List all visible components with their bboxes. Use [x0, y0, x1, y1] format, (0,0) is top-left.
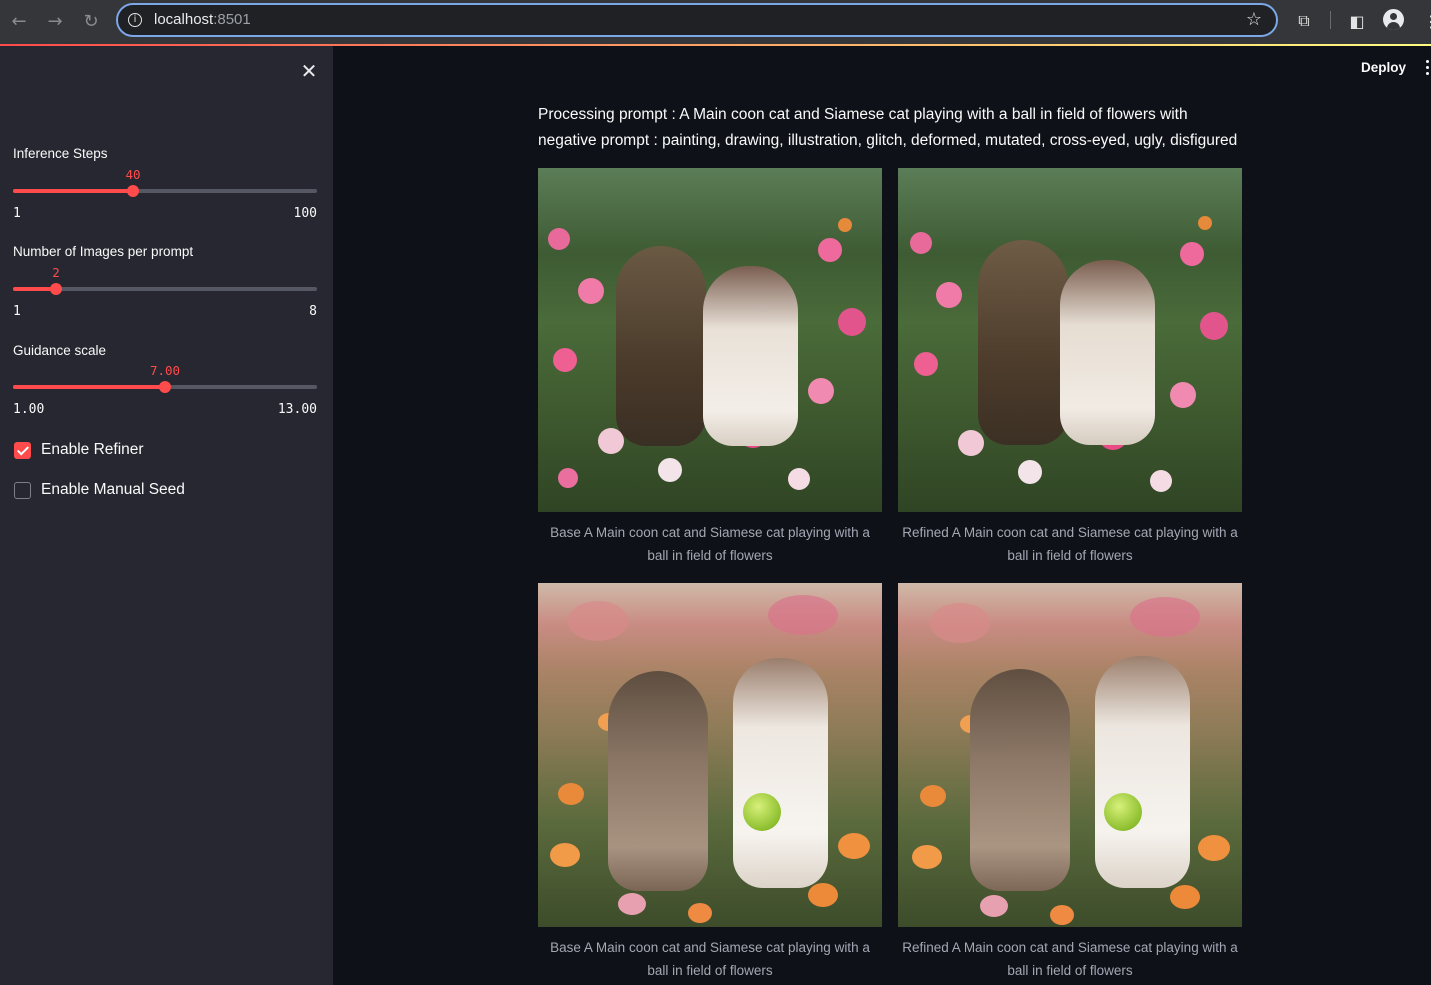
slider-fill: [13, 385, 165, 389]
toolbar-divider: [1330, 11, 1331, 29]
generated-image[interactable]: [538, 583, 882, 927]
sidebar: ✕ Inference Steps 40 1 100 Number of Ima…: [0, 46, 333, 985]
image-caption: Base A Main coon cat and Siamese cat pla…: [550, 940, 870, 978]
image-caption: Refined A Main coon cat and Siamese cat …: [902, 525, 1238, 563]
checkbox-box[interactable]: [14, 441, 31, 459]
processing-prompt-text: Processing prompt : A Main coon cat and …: [538, 106, 1238, 149]
image-tile: Refined A Main coon cat and Siamese cat …: [898, 583, 1242, 982]
back-icon[interactable]: ←: [6, 8, 32, 34]
checkbox-box[interactable]: [14, 481, 31, 499]
address-bar[interactable]: i localhost:8501 ☆: [116, 3, 1278, 37]
guidance-scale-slider: Guidance scale 7.00 1.00 13.00: [13, 343, 317, 417]
image-tile: Base A Main coon cat and Siamese cat pla…: [538, 168, 882, 567]
slider-value: 2: [52, 265, 60, 280]
slider-min: 1: [13, 304, 21, 319]
slider-track[interactable]: [13, 381, 317, 393]
extensions-icon[interactable]: ⧉: [1291, 8, 1317, 34]
slider-fill: [13, 189, 133, 193]
slider-max: 100: [293, 206, 317, 221]
generated-image[interactable]: [898, 583, 1242, 927]
side-panel-icon[interactable]: ◧: [1344, 8, 1370, 34]
image-tile: Base A Main coon cat and Siamese cat pla…: [538, 583, 882, 982]
slider-value: 7.00: [149, 363, 181, 378]
url-host: localhost: [154, 11, 214, 28]
slider-thumb[interactable]: [50, 283, 62, 295]
generated-image[interactable]: [538, 168, 882, 512]
image-caption: Base A Main coon cat and Siamese cat pla…: [550, 525, 870, 563]
slider-thumb[interactable]: [127, 185, 139, 197]
slider-label: Number of Images per prompt: [13, 244, 194, 259]
checkbox-label: Enable Refiner: [41, 441, 144, 458]
generated-image[interactable]: [898, 168, 1242, 512]
url-port: :8501: [213, 11, 251, 28]
image-tile: Refined A Main coon cat and Siamese cat …: [898, 168, 1242, 567]
profile-avatar-icon[interactable]: [1383, 9, 1404, 30]
slider-track[interactable]: [13, 283, 317, 295]
slider-min: 1: [13, 206, 21, 221]
main-content: Deploy Processing prompt : A Main coon c…: [333, 46, 1431, 985]
site-info-icon[interactable]: i: [128, 13, 142, 27]
enable-manual-seed-checkbox[interactable]: Enable Manual Seed: [14, 481, 185, 499]
checkbox-label: Enable Manual Seed: [41, 481, 185, 498]
browser-toolbar: ← → ↻ i localhost:8501 ☆ ⧉ ◧ ⋮: [0, 0, 1431, 44]
slider-max: 8: [309, 304, 317, 319]
image-caption: Refined A Main coon cat and Siamese cat …: [902, 940, 1238, 978]
slider-value: 40: [125, 167, 141, 182]
slider-max: 13.00: [277, 402, 317, 417]
close-sidebar-icon[interactable]: ✕: [298, 60, 320, 82]
slider-label: Inference Steps: [13, 146, 108, 161]
slider-min: 1.00: [13, 402, 45, 417]
images-per-prompt-slider: Number of Images per prompt 2 1 8: [13, 244, 317, 319]
forward-icon[interactable]: →: [42, 8, 68, 34]
slider-label: Guidance scale: [13, 343, 107, 358]
url-text[interactable]: localhost:8501: [154, 11, 251, 28]
enable-refiner-checkbox[interactable]: Enable Refiner: [14, 441, 144, 459]
slider-track[interactable]: [13, 185, 317, 197]
bookmark-star-icon[interactable]: ☆: [1246, 9, 1262, 30]
main-menu-icon[interactable]: [1426, 60, 1430, 78]
reload-icon[interactable]: ↻: [78, 8, 104, 34]
browser-menu-icon[interactable]: ⋮: [1418, 8, 1431, 34]
slider-thumb[interactable]: [159, 381, 171, 393]
inference-steps-slider: Inference Steps 40 1 100: [13, 146, 317, 221]
deploy-button[interactable]: Deploy: [1361, 60, 1406, 75]
